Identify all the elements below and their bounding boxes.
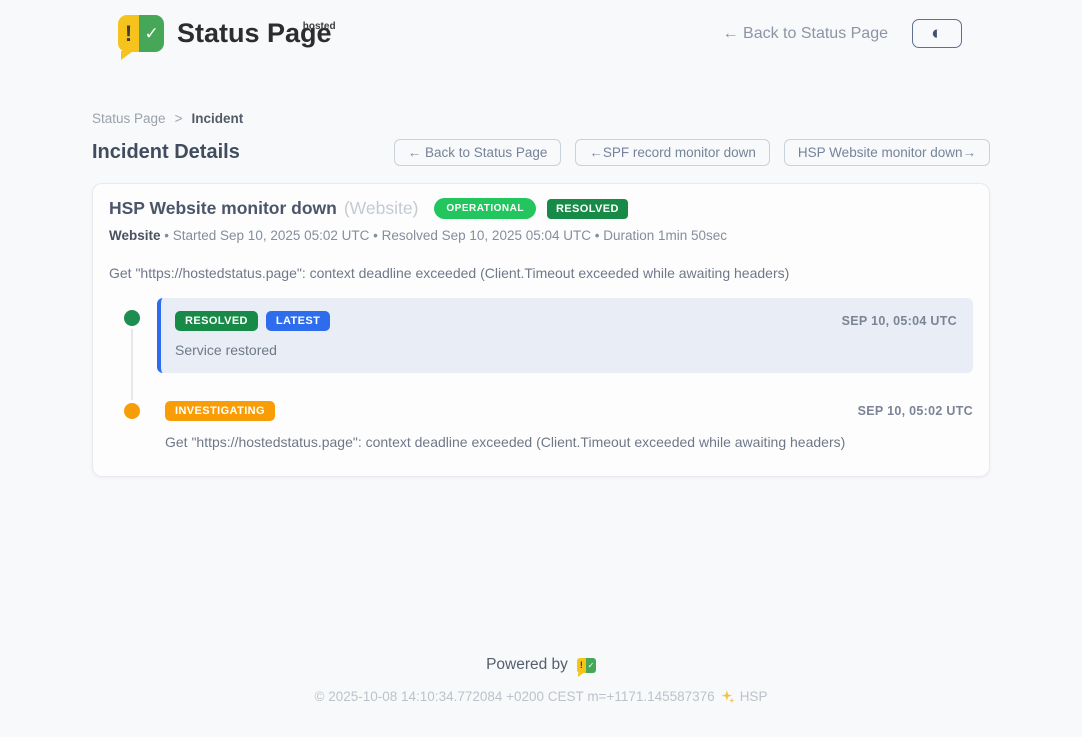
incident-meta: Website • Started Sep 10, 2025 05:02 UTC… <box>109 228 973 243</box>
title-row: Incident Details ← Back to Status Page ←… <box>92 139 990 166</box>
page-title: Incident Details <box>92 141 240 164</box>
timeline-dot-green <box>124 310 140 326</box>
brand-superscript: hosted <box>303 8 336 45</box>
timeline-entry-investigating: INVESTIGATING SEP 10, 05:02 UTC Get "htt… <box>109 401 973 450</box>
powered-by-link[interactable]: Powered by ! ✓ <box>486 656 596 674</box>
next-incident-button[interactable]: HSP Website monitor down→ <box>784 139 990 166</box>
exclamation-icon: ! <box>118 15 139 52</box>
previous-incident-button[interactable]: ←SPF record monitor down <box>575 139 770 166</box>
statuspage-mini-logo-icon: ! ✓ <box>577 658 596 673</box>
brand-name: Status Page hosted <box>177 15 336 52</box>
incident-nav-buttons: ← Back to Status Page ←SPF record monito… <box>394 139 990 166</box>
checkmark-icon: ✓ <box>139 15 164 52</box>
statuspage-logo-icon: ! ✓ <box>118 15 164 52</box>
copyright-suffix: HSP <box>740 689 768 704</box>
latest-badge: LATEST <box>266 311 330 331</box>
powered-by-label: Powered by <box>486 656 568 674</box>
incident-title: HSP Website monitor down <box>109 198 337 219</box>
incident-title-row: HSP Website monitor down (Website) OPERA… <box>109 198 973 219</box>
site-header: ! ✓ Status Page hosted ← Back to Status … <box>92 0 990 52</box>
timeline-message: Service restored <box>175 342 957 358</box>
timeline-entry-box: RESOLVED LATEST SEP 10, 05:04 UTC Servic… <box>157 298 973 373</box>
sparkles-icon <box>720 689 735 704</box>
header-actions: ← Back to Status Page ◐ <box>723 19 962 48</box>
resolved-status-badge: RESOLVED <box>547 199 628 219</box>
breadcrumb-incident: Incident <box>191 111 243 126</box>
timeline-dot-orange <box>124 403 140 419</box>
checkmark-icon: ✓ <box>586 658 596 673</box>
exclamation-icon: ! <box>577 658 586 673</box>
investigating-badge: INVESTIGATING <box>165 401 275 421</box>
header-back-to-status-page-link[interactable]: ← Back to Status Page <box>723 25 888 43</box>
timeline-timestamp: SEP 10, 05:02 UTC <box>858 404 973 418</box>
copyright-text: © 2025-10-08 14:10:34.772084 +0200 CEST … <box>315 689 715 704</box>
breadcrumb-separator: > <box>175 111 183 126</box>
breadcrumb-status-page[interactable]: Status Page <box>92 111 166 126</box>
back-to-status-page-button[interactable]: ← Back to Status Page <box>394 139 562 166</box>
incident-description: Get "https://hostedstatus.page": context… <box>109 265 973 281</box>
incident-timeline: RESOLVED LATEST SEP 10, 05:04 UTC Servic… <box>109 298 973 450</box>
main-content: Status Page > Incident Incident Details … <box>92 111 990 477</box>
incident-meta-details: • Started Sep 10, 2025 05:02 UTC • Resol… <box>164 228 727 243</box>
resolved-badge: RESOLVED <box>175 311 258 331</box>
timeline-message: Get "https://hostedstatus.page": context… <box>165 434 973 450</box>
timeline-entry-resolved: RESOLVED LATEST SEP 10, 05:04 UTC Servic… <box>109 298 973 373</box>
contrast-icon: ◐ <box>931 24 942 43</box>
copyright-line: © 2025-10-08 14:10:34.772084 +0200 CEST … <box>0 689 1082 704</box>
operational-badge: OPERATIONAL <box>434 198 536 219</box>
statuspage-logo[interactable]: ! ✓ Status Page hosted <box>118 15 336 52</box>
incident-card: HSP Website monitor down (Website) OPERA… <box>92 183 990 477</box>
incident-meta-component: Website <box>109 228 161 243</box>
page-footer: Powered by ! ✓ © 2025-10-08 14:10:34.772… <box>0 656 1082 704</box>
incident-component-label: (Website) <box>344 198 419 219</box>
breadcrumb: Status Page > Incident <box>92 111 990 126</box>
theme-toggle-button[interactable]: ◐ <box>912 19 962 48</box>
timeline-timestamp: SEP 10, 05:04 UTC <box>842 314 957 328</box>
